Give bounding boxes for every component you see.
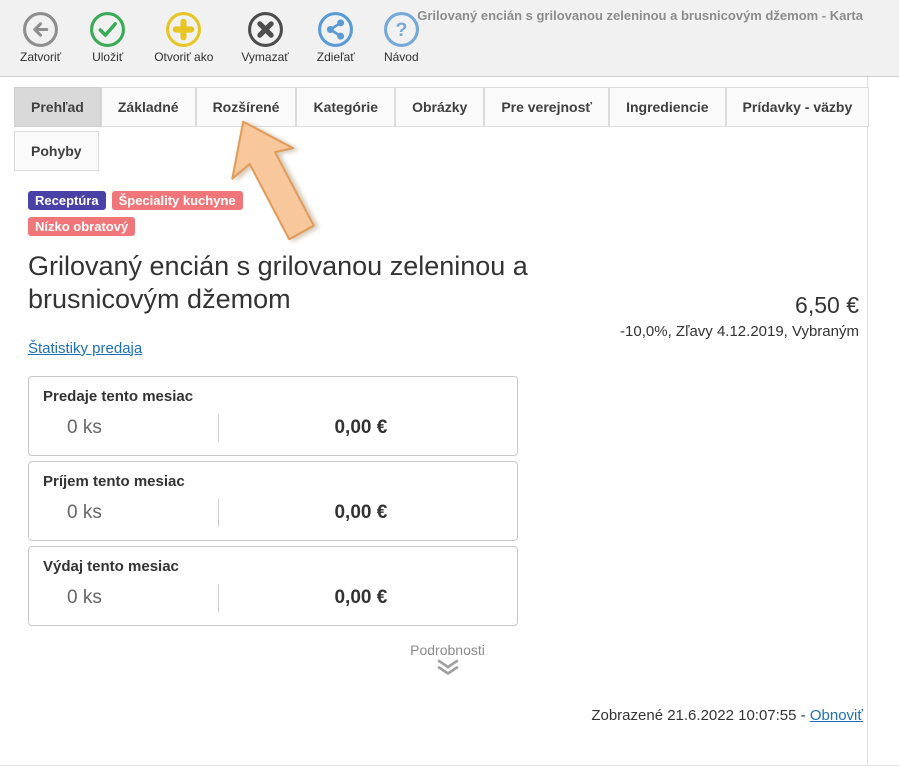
price-block: 6,50 € -10,0%, Zľavy 4.12.2019, Vybraným (620, 292, 859, 340)
tab-pre-verejnost[interactable]: Pre verejnosť (484, 87, 609, 127)
svg-text:?: ? (395, 19, 407, 41)
toolbar-button-label: Otvoriť ako (154, 50, 213, 64)
panel-bottom-border (0, 765, 899, 766)
tab-row-1: Prehľad Základné Rozšírené Kategórie Obr… (14, 87, 867, 127)
overview-content: Receptúra Špeciality kuchyne Nízko obrat… (14, 191, 867, 724)
badge-row: Receptúra Špeciality kuchyne (28, 191, 867, 210)
stat-amount: 0,00 € (219, 417, 503, 439)
window-title: Grilovaný encián s grilovanou zeleninou … (417, 8, 863, 23)
question-icon: ? (383, 11, 420, 48)
discount-info: -10,0%, Zľavy 4.12.2019, Vybraným (620, 323, 859, 340)
stat-card-values: 0 ks 0,00 € (43, 414, 503, 442)
stat-card-income: Príjem tento mesiac 0 ks 0,00 € (28, 461, 518, 541)
plus-icon (165, 11, 202, 48)
stat-card-title: Výdaj tento mesiac (43, 558, 503, 575)
stat-card-values: 0 ks 0,00 € (43, 499, 503, 527)
status-badge: Nízko obratový (28, 217, 135, 236)
delete-button[interactable]: Vymazať (227, 11, 302, 64)
stat-amount: 0,00 € (219, 587, 503, 609)
sales-statistics-link[interactable]: Štatistiky predaja (28, 340, 142, 357)
tab-ingrediencie[interactable]: Ingrediencie (609, 87, 725, 127)
stat-quantity: 0 ks (43, 502, 218, 524)
tab-bar: Prehľad Základné Rozšírené Kategórie Obr… (14, 87, 867, 171)
stat-amount: 0,00 € (219, 502, 503, 524)
category-badge: Špeciality kuchyne (112, 191, 243, 210)
x-icon (247, 11, 284, 48)
tab-row-2: Pohyby (14, 131, 867, 171)
back-arrow-icon (22, 11, 59, 48)
status-bar: Zobrazené 21.6.2022 10:07:55 - Obnoviť (28, 707, 867, 724)
stat-quantity: 0 ks (43, 587, 218, 609)
tab-pohyby[interactable]: Pohyby (14, 131, 99, 171)
check-icon (89, 11, 126, 48)
displayed-timestamp: Zobrazené 21.6.2022 10:07:55 - (591, 707, 805, 724)
product-header: Grilovaný encián s grilovanou zeleninou … (28, 250, 867, 316)
save-button[interactable]: Uložiť (75, 11, 140, 64)
share-icon (317, 11, 354, 48)
stat-card-sales: Predaje tento mesiac 0 ks 0,00 € (28, 376, 518, 456)
stat-card-values: 0 ks 0,00 € (43, 584, 503, 612)
stat-card-title: Príjem tento mesiac (43, 473, 503, 490)
type-badge: Receptúra (28, 191, 106, 210)
details-toggle[interactable]: Podrobnosti (28, 642, 867, 681)
toolbar: Zatvoriť Uložiť Otvoriť ako Vymazať Zdie… (0, 0, 899, 77)
stat-cards: Predaje tento mesiac 0 ks 0,00 € Príjem … (28, 376, 518, 626)
refresh-link[interactable]: Obnoviť (810, 707, 863, 724)
chevron-double-down-icon (28, 659, 867, 681)
stat-card-title: Predaje tento mesiac (43, 388, 503, 405)
main-panel: Prehľad Základné Rozšírené Kategórie Obr… (0, 77, 868, 765)
details-label: Podrobnosti (28, 642, 867, 658)
toolbar-button-label: Zdieľať (317, 50, 355, 64)
toolbar-button-label: Zatvoriť (20, 50, 61, 64)
product-name: Grilovaný encián s grilovanou zeleninou … (28, 250, 628, 316)
close-button[interactable]: Zatvoriť (6, 11, 75, 64)
tab-kategorie[interactable]: Kategórie (296, 87, 395, 127)
toolbar-button-label: Uložiť (92, 50, 123, 64)
badge-row: Nízko obratový (28, 217, 867, 236)
tab-zakladne[interactable]: Základné (101, 87, 196, 127)
open-as-button[interactable]: Otvoriť ako (140, 11, 227, 64)
toolbar-button-label: Návod (384, 50, 419, 64)
share-button[interactable]: Zdieľať (303, 11, 369, 64)
tab-rozsirene[interactable]: Rozšírené (196, 87, 297, 127)
tab-prehlad[interactable]: Prehľad (14, 87, 101, 127)
stat-card-expense: Výdaj tento mesiac 0 ks 0,00 € (28, 546, 518, 626)
tab-pridavky-vazby[interactable]: Prídavky - väzby (726, 87, 870, 127)
tab-obrazky[interactable]: Obrázky (395, 87, 484, 127)
product-price: 6,50 € (620, 292, 859, 319)
toolbar-button-label: Vymazať (241, 50, 288, 64)
stat-quantity: 0 ks (43, 417, 218, 439)
